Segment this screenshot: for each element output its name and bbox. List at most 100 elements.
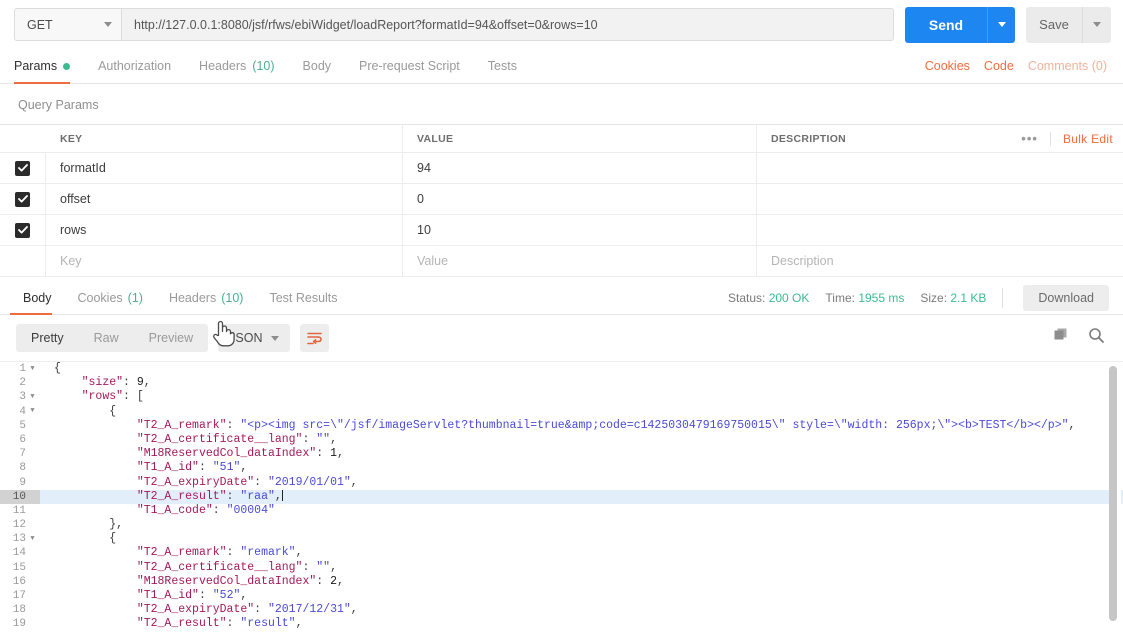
code-line[interactable]: 5 "T2_A_remark": "<p><img src=\"/jsf/ima…	[0, 419, 1123, 433]
format-select[interactable]: JSON	[218, 324, 291, 352]
checkbox-checked-icon[interactable]	[15, 222, 30, 238]
table-row[interactable]: rows 10	[0, 215, 1123, 246]
response-body-viewer[interactable]: 1 ▼{2 "size": 9, 3 ▼ "rows": [4 ▼ {5 "T2_A_r…	[0, 361, 1123, 644]
code-line[interactable]: 8 "T1_A_id": "51",	[0, 461, 1123, 475]
fold-triangle-icon[interactable]: ▼	[29, 393, 36, 401]
param-key[interactable]: offset	[46, 184, 403, 214]
chevron-down-icon	[104, 22, 112, 27]
code-line-text: {	[109, 532, 117, 546]
param-description[interactable]	[757, 153, 1123, 183]
response-tab-body[interactable]: Body	[10, 281, 65, 315]
param-description[interactable]	[757, 184, 1123, 214]
table-row[interactable]: offset 0	[0, 184, 1123, 215]
code-line[interactable]: 19 "T2_A_result": "result",	[0, 617, 1123, 631]
code-line[interactable]: 9 "T2_A_expiryDate": "2019/01/01",	[0, 476, 1123, 490]
table-row-empty[interactable]: Key Value Description	[0, 246, 1123, 277]
send-button[interactable]: Send	[905, 6, 987, 43]
tab-tests[interactable]: Tests	[474, 49, 531, 83]
code-line[interactable]: 15 "T2_A_certificate__lang": "",	[0, 561, 1123, 575]
code-line[interactable]: 7 "M18ReservedCol_dataIndex": 1,	[0, 447, 1123, 461]
save-options-button[interactable]	[1082, 6, 1111, 43]
vertical-scrollbar-track[interactable]	[1109, 362, 1121, 644]
code-line-text: {	[109, 404, 117, 418]
header-checkbox-cell	[0, 125, 46, 152]
code-line[interactable]: 13 ▼ {	[0, 532, 1123, 546]
query-params-title: Query Params	[18, 98, 99, 112]
vertical-scrollbar-thumb[interactable]	[1109, 366, 1117, 621]
response-tab-headers[interactable]: Headers (10)	[156, 281, 256, 314]
tab-headers[interactable]: Headers (10)	[185, 49, 288, 83]
code-line[interactable]: 4 ▼ {	[0, 405, 1123, 419]
save-button[interactable]: Save	[1026, 6, 1082, 43]
response-meta: Status: 200 OK Time: 1955 ms Size: 2.1 K…	[728, 281, 1123, 314]
cookies-link[interactable]: Cookies	[925, 59, 970, 73]
checkbox-checked-icon[interactable]	[15, 191, 30, 207]
bulk-edit-button[interactable]: Bulk Edit	[1049, 131, 1113, 146]
tab-params[interactable]: Params	[14, 49, 84, 84]
code-line-text: "T1_A_id": "51",	[136, 461, 248, 475]
comments-link[interactable]: Comments (0)	[1028, 59, 1107, 73]
tab-pre-request-script[interactable]: Pre-request Script	[345, 49, 474, 83]
request-url-input[interactable]: http://127.0.0.1:8080/jsf/rfws/ebiWidget…	[122, 8, 894, 41]
response-tab-cookies[interactable]: Cookies (1)	[65, 281, 156, 314]
tab-body[interactable]: Body	[289, 49, 346, 83]
code-line[interactable]: 2 "size": 9,	[0, 376, 1123, 390]
line-number: 9	[19, 476, 26, 489]
code-line[interactable]: 11 "T1_A_code": "00004"	[0, 504, 1123, 518]
time-badge: Time: 1955 ms	[825, 291, 904, 305]
response-tab-test-results[interactable]: Test Results	[256, 281, 350, 314]
send-options-button[interactable]	[987, 6, 1015, 43]
code-line[interactable]: 6 "T2_A_certificate__lang": "",	[0, 433, 1123, 447]
param-value[interactable]: 94	[403, 153, 757, 183]
line-number: 5	[19, 419, 26, 432]
word-wrap-button[interactable]	[300, 324, 330, 352]
code-line[interactable]: 16 "M18ReservedCol_dataIndex": 2,	[0, 575, 1123, 589]
code-line-text: "M18ReservedCol_dataIndex": 2,	[136, 574, 344, 588]
new-param-key-input[interactable]: Key	[46, 246, 403, 276]
code-line-text: "T2_A_certificate__lang": "",	[136, 432, 337, 446]
view-mode-raw[interactable]: Raw	[79, 324, 134, 352]
line-number: 8	[19, 462, 26, 475]
code-line[interactable]: 10 "T2_A_result": "raa",	[0, 489, 1123, 504]
response-body-code[interactable]: 1 ▼{2 "size": 9, 3 ▼ "rows": [4 ▼ {5 "T2_A_r…	[0, 362, 1123, 644]
fold-triangle-icon[interactable]: ▼	[29, 408, 36, 415]
param-value[interactable]: 0	[403, 184, 757, 214]
view-mode-pretty[interactable]: Pretty	[16, 324, 79, 352]
more-options-icon[interactable]: •••	[1009, 131, 1050, 146]
search-icon	[1089, 328, 1104, 343]
code-line[interactable]: 1 ▼ {	[0, 362, 1123, 376]
table-row[interactable]: formatId 94	[0, 153, 1123, 184]
copy-button[interactable]	[1053, 327, 1070, 349]
new-param-value-input[interactable]: Value	[403, 246, 757, 276]
row-checkbox-cell[interactable]	[0, 215, 46, 245]
row-checkbox-cell[interactable]	[0, 184, 46, 214]
tab-pre-request-script-label: Pre-request Script	[359, 59, 460, 73]
send-button-group: Send	[905, 6, 1015, 43]
code-line[interactable]: 3 ▼ "rows": [	[0, 390, 1123, 404]
size-label: Size:	[920, 290, 948, 305]
view-mode-preview[interactable]: Preview	[134, 324, 208, 352]
table-header-actions: ••• Bulk Edit	[1009, 131, 1113, 146]
code-line[interactable]: 18 "T2_A_expiryDate": "2017/12/31",	[0, 603, 1123, 617]
param-key[interactable]: formatId	[46, 153, 403, 183]
param-description[interactable]	[757, 215, 1123, 245]
checkbox-checked-icon[interactable]	[15, 160, 30, 176]
http-method-select[interactable]: GET	[14, 8, 122, 41]
row-checkbox-cell[interactable]	[0, 153, 46, 183]
param-value[interactable]: 10	[403, 215, 757, 245]
copy-icon	[1054, 328, 1067, 340]
search-button[interactable]	[1088, 327, 1105, 349]
response-tab-test-results-label: Test Results	[269, 290, 338, 305]
param-key[interactable]: rows	[46, 215, 403, 245]
code-line[interactable]: 17 "T1_A_id": "52",	[0, 589, 1123, 603]
code-line[interactable]: 14 "T2_A_remark": "remark",	[0, 546, 1123, 560]
tab-authorization[interactable]: Authorization	[84, 49, 185, 83]
code-line-text: "T1_A_code": "00004"	[136, 503, 275, 517]
download-button[interactable]: Download	[1023, 284, 1109, 311]
code-line[interactable]: 12 },	[0, 518, 1123, 532]
code-link[interactable]: Code	[984, 59, 1014, 73]
fold-triangle-icon[interactable]: ▼	[29, 365, 36, 373]
fold-triangle-icon[interactable]: ▼	[29, 535, 36, 543]
new-param-description-input[interactable]: Description	[757, 246, 1123, 276]
line-number: 15	[12, 561, 26, 574]
